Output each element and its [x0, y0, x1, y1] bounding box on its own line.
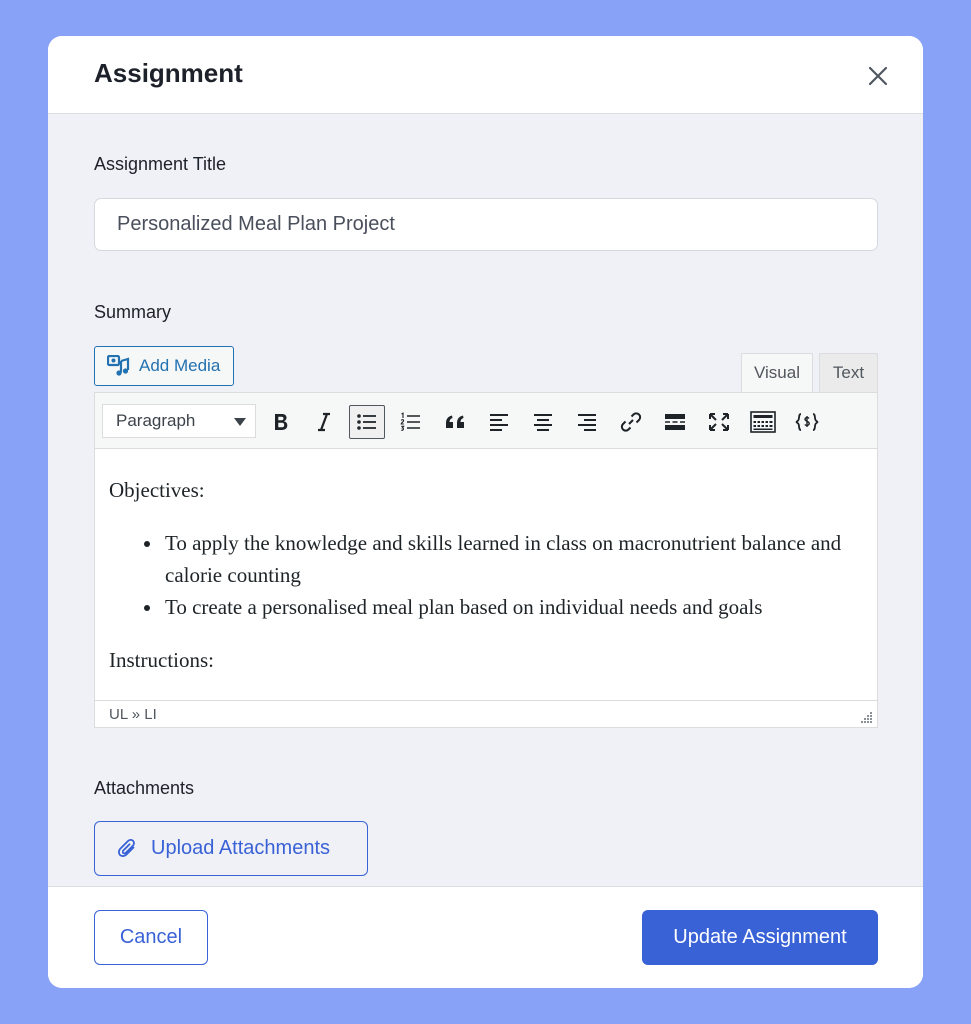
tab-text[interactable]: Text	[819, 353, 878, 392]
add-media-label: Add Media	[139, 356, 221, 375]
cancel-button[interactable]: Cancel	[94, 910, 208, 965]
read-more-button[interactable]	[657, 405, 693, 439]
element-path[interactable]: UL » LI	[109, 706, 157, 723]
fullscreen-icon	[709, 413, 729, 431]
caret-down-icon	[234, 418, 246, 426]
format-select-value: Paragraph	[116, 411, 196, 430]
upload-attachments-label: Upload Attachments	[151, 837, 330, 859]
attachments-label: Attachments	[94, 778, 195, 798]
toolbar-toggle-button[interactable]	[745, 405, 781, 439]
close-icon	[868, 66, 888, 86]
modal-footer: Cancel Update Assignment	[48, 886, 923, 988]
editor-content[interactable]: Objectives: To apply the knowledge and s…	[95, 450, 877, 700]
align-right-icon	[578, 414, 596, 431]
numbered-list-icon	[400, 412, 420, 431]
objectives-list: To apply the knowledge and skills learne…	[163, 527, 863, 623]
numbered-list-button[interactable]	[393, 405, 429, 439]
align-left-icon	[490, 414, 508, 431]
link-icon	[620, 412, 642, 432]
align-left-button[interactable]	[481, 405, 517, 439]
read-more-icon	[665, 414, 685, 430]
insert-link-button[interactable]	[613, 405, 649, 439]
add-media-button[interactable]: Add Media	[94, 346, 234, 386]
align-right-button[interactable]	[569, 405, 605, 439]
bold-icon	[275, 414, 288, 430]
editor-toolbar: Paragraph	[95, 393, 877, 449]
align-center-icon	[534, 414, 552, 431]
editor-statusbar: UL » LI	[95, 700, 877, 727]
shortcode-button[interactable]	[789, 405, 825, 439]
assignment-modal: Assignment Assignment Title Summary Add …	[48, 36, 923, 988]
bullet-list-icon	[357, 414, 376, 430]
resize-handle-icon[interactable]	[861, 711, 873, 723]
blockquote-button[interactable]	[437, 405, 473, 439]
shortcode-icon	[795, 413, 819, 431]
update-assignment-button[interactable]: Update Assignment	[642, 910, 878, 965]
assignment-title-input[interactable]	[94, 198, 878, 251]
bullet-list-button[interactable]	[349, 405, 385, 439]
list-item: To apply the knowledge and skills learne…	[163, 527, 863, 591]
paperclip-icon	[118, 838, 135, 857]
bold-button[interactable]	[263, 405, 299, 439]
toolbar-toggle-icon	[750, 411, 776, 433]
content-heading-instructions: Instructions:	[109, 648, 214, 672]
media-icon	[107, 355, 130, 376]
format-select[interactable]: Paragraph	[102, 404, 256, 438]
align-center-button[interactable]	[525, 405, 561, 439]
blockquote-icon	[446, 415, 464, 428]
modal-header: Assignment	[48, 36, 923, 114]
close-button[interactable]	[864, 62, 892, 90]
italic-button[interactable]	[306, 405, 342, 439]
summary-label: Summary	[94, 302, 172, 322]
content-heading-objectives: Objectives:	[109, 478, 205, 502]
italic-icon	[318, 412, 330, 432]
fullscreen-button[interactable]	[701, 405, 737, 439]
summary-editor: Paragraph Objectives: • To apply the kno…	[94, 392, 878, 728]
list-item: To create a personalised meal plan based…	[163, 591, 863, 623]
tab-visual[interactable]: Visual	[741, 353, 813, 392]
assignment-title-label: Assignment Title	[94, 154, 227, 174]
modal-title: Assignment	[94, 58, 243, 88]
upload-attachments-button[interactable]: Upload Attachments	[94, 821, 368, 876]
